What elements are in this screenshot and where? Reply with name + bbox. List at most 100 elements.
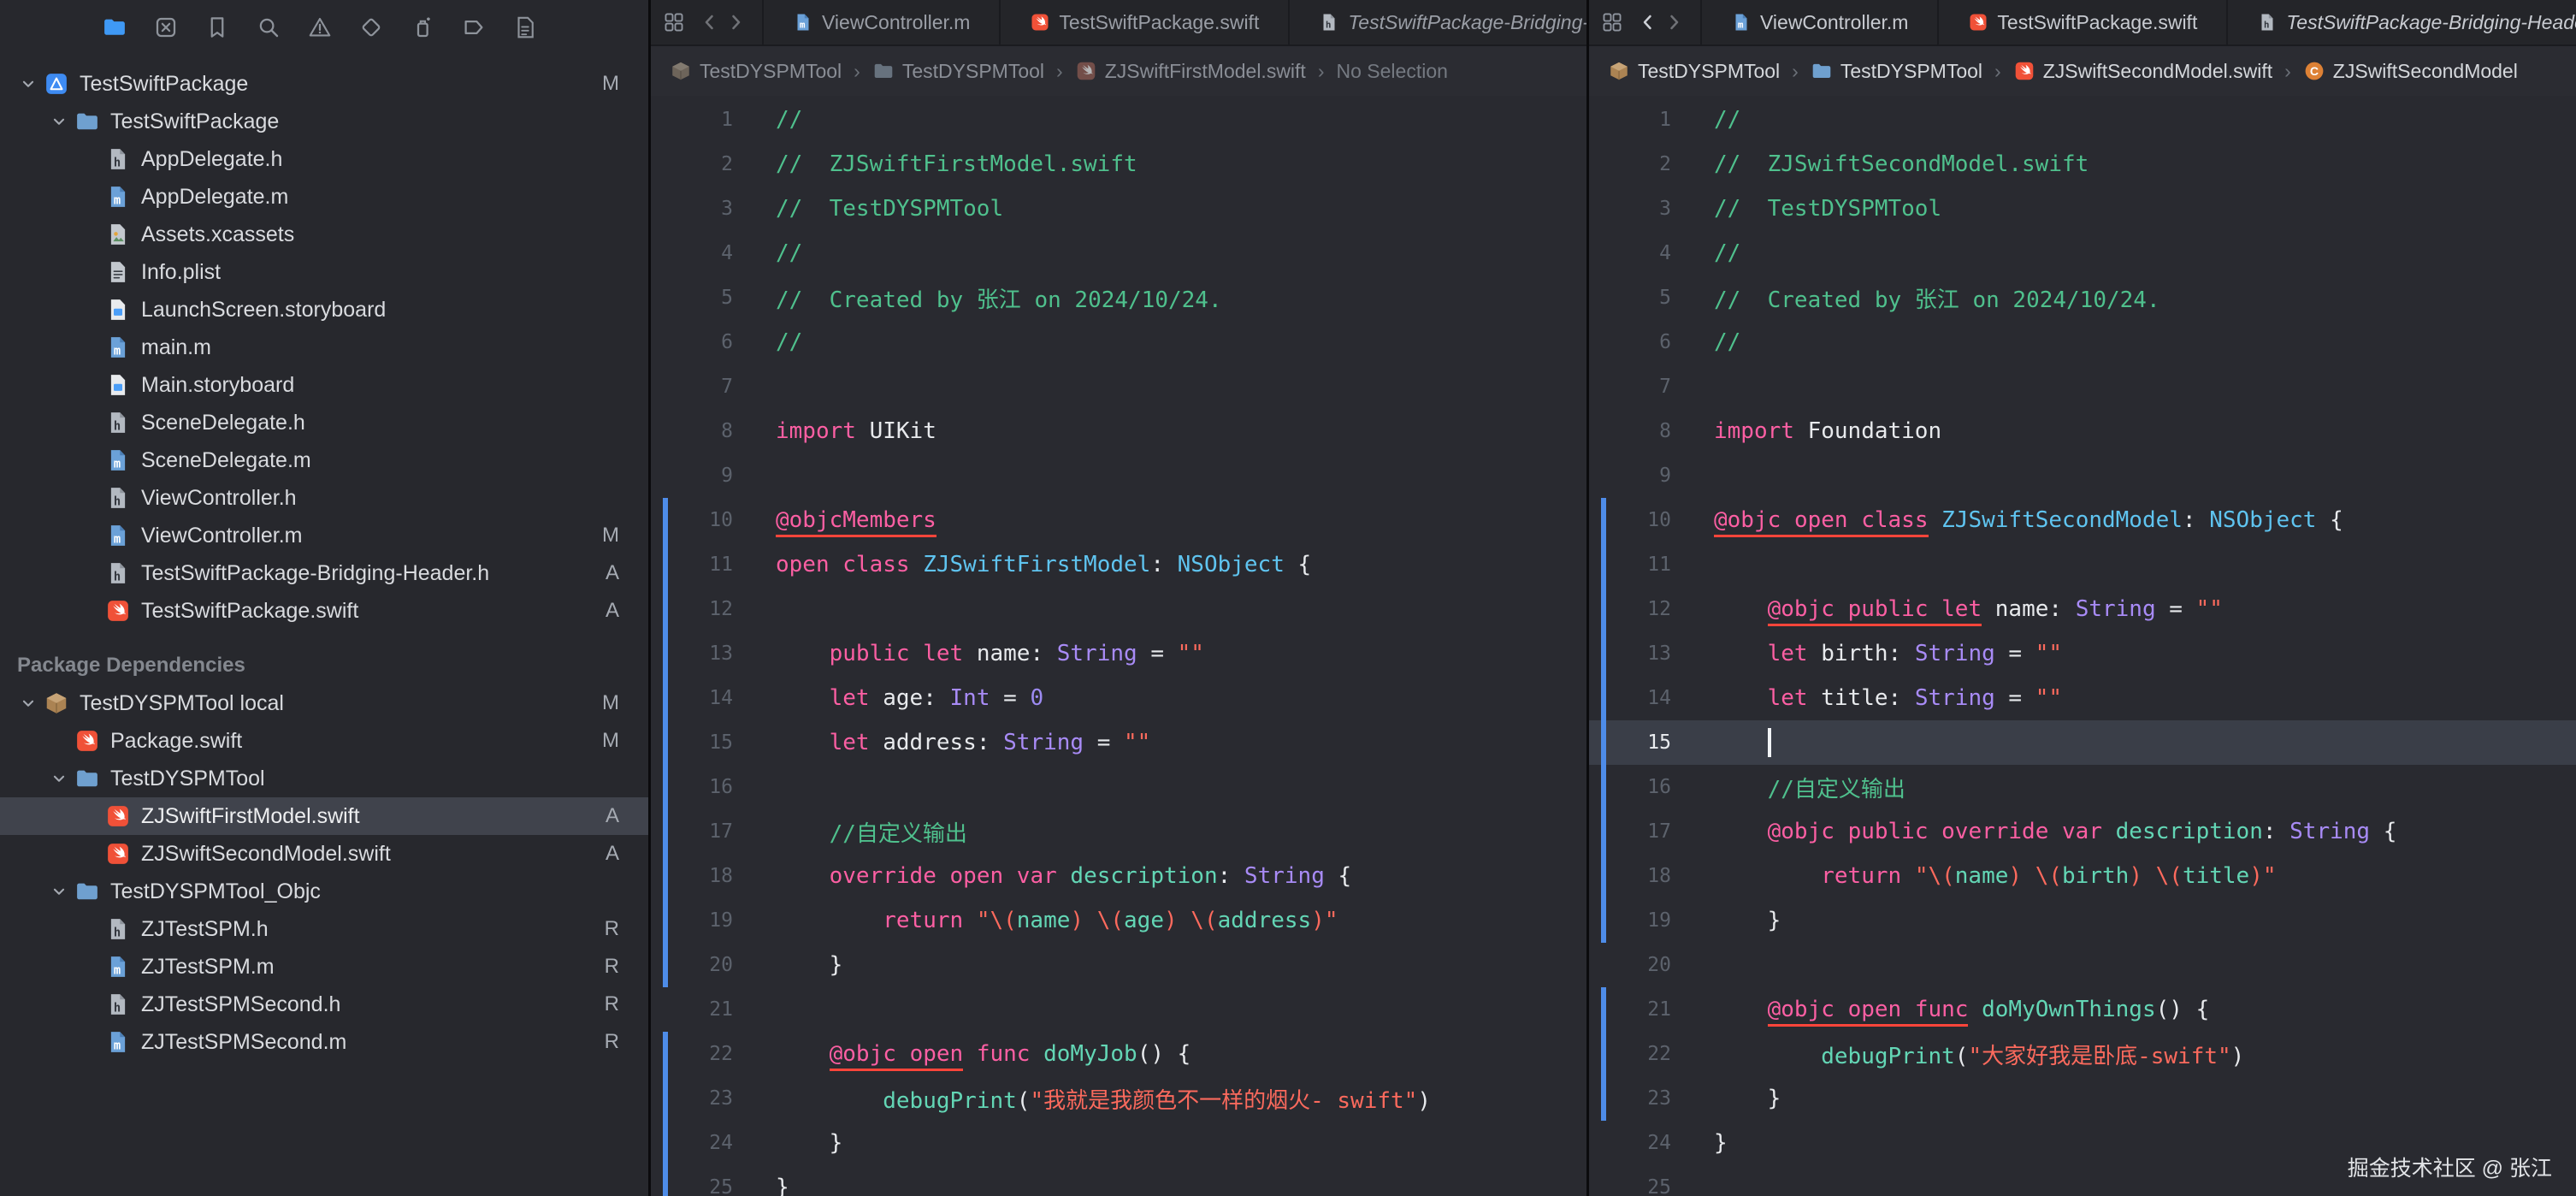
breadcrumb-item[interactable]: TestDYSPMTool [1811, 60, 1982, 83]
code-line: 19 return "\(name) \(age) \(address)" [651, 898, 1586, 943]
tree-item[interactable]: TestSwiftPackage.swiftA [0, 592, 648, 630]
swift-icon [1075, 60, 1097, 82]
code-text: @objc public let name: String = "" [1714, 596, 2223, 622]
editor-tab[interactable]: hTestSwiftPackage-Bridging-Header.h [2228, 0, 2576, 44]
tree-item[interactable]: hAppDelegate.h [0, 140, 648, 178]
tree-item[interactable]: ZJSwiftFirstModel.swiftA [0, 797, 648, 835]
tree-item[interactable]: hViewController.h [0, 479, 648, 517]
tree-item[interactable]: TestDYSPMTool localM [0, 684, 648, 722]
breadcrumb-item[interactable]: No Selection [1337, 60, 1448, 83]
disclosure-chevron-icon[interactable] [44, 769, 74, 788]
disclosure-chevron-icon[interactable] [14, 74, 43, 93]
tab-label: TestSwiftPackage.swift [1059, 11, 1259, 34]
code-editor-right[interactable]: 1//2// ZJSwiftSecondModel.swift3// TestD… [1589, 96, 2576, 1196]
svg-text:m: m [114, 963, 121, 977]
issues-navigator-icon[interactable] [306, 14, 334, 41]
tree-item[interactable]: Package.swiftM [0, 722, 648, 760]
code-line: 13 let birth: String = "" [1589, 631, 2576, 676]
breadcrumb-item[interactable]: TestDYSPMTool [872, 60, 1044, 83]
tree-item[interactable]: hTestSwiftPackage-Bridging-Header.hA [0, 554, 648, 592]
tree-item[interactable]: Info.plist [0, 253, 648, 291]
file-name: ZJTestSPM.m [141, 955, 275, 980]
line-number: 3 [651, 198, 733, 220]
code-line: 24 } [651, 1121, 1586, 1165]
code-text: debugPrint("大家好我是卧底-swift") [1714, 1039, 2244, 1070]
project-navigator-icon[interactable] [101, 14, 128, 41]
tree-item[interactable]: TestDYSPMTool_Objc [0, 873, 648, 910]
code-line: 8import Foundation [1589, 409, 2576, 453]
scm-status-badge: A [606, 599, 619, 623]
code-line: 5// Created by 张江 on 2024/10/24. [1589, 275, 2576, 320]
back-icon[interactable] [700, 12, 720, 33]
file-name: ZJTestSPMSecond.h [141, 992, 340, 1017]
debug-navigator-icon[interactable] [409, 14, 436, 41]
breadcrumb-item[interactable]: TestDYSPMTool [1608, 60, 1780, 83]
project-icon [43, 70, 70, 98]
editor-layout-icon[interactable] [1601, 11, 1623, 33]
change-indicator [1601, 720, 1606, 765]
tree-item[interactable]: TestSwiftPackage [0, 103, 648, 140]
tree-item[interactable]: TestSwiftPackageM [0, 65, 648, 103]
editor-pane-right: mViewController.mTestSwiftPackage.swifth… [1589, 0, 2576, 1196]
folder-icon [74, 108, 101, 135]
tree-item[interactable]: mViewController.mM [0, 517, 648, 554]
code-line: 4// [651, 231, 1586, 275]
code-editor-left[interactable]: 1//2// ZJSwiftFirstModel.swift3// TestDY… [651, 96, 1586, 1196]
disclosure-chevron-icon[interactable] [44, 112, 74, 131]
back-icon[interactable] [1638, 12, 1658, 33]
change-indicator [1601, 631, 1606, 676]
breadcrumb-item[interactable]: TestDYSPMTool [670, 60, 842, 83]
code-line: 11open class ZJSwiftFirstModel: NSObject… [651, 542, 1586, 587]
disclosure-chevron-icon[interactable] [14, 694, 43, 713]
file-h-icon: h [104, 560, 132, 587]
code-text: @objc open func doMyJob() { [776, 1041, 1191, 1067]
editor-tab[interactable]: mViewController.m [764, 0, 1001, 44]
package-icon [1608, 60, 1630, 82]
breakpoints-navigator-icon[interactable] [460, 14, 487, 41]
code-line: 1// [651, 98, 1586, 142]
tests-navigator-icon[interactable] [357, 14, 385, 41]
file-name: ZJTestSPM.h [141, 917, 269, 942]
tree-item[interactable]: mAppDelegate.m [0, 178, 648, 216]
editor-tab[interactable]: mViewController.m [1702, 0, 1939, 44]
source-control-navigator-icon[interactable] [152, 14, 180, 41]
editor-tab[interactable]: TestSwiftPackage.swift [1939, 0, 2228, 44]
disclosure-chevron-icon[interactable] [44, 882, 74, 901]
editor-layout-icon[interactable] [663, 11, 685, 33]
tree-item[interactable]: hZJTestSPM.hR [0, 910, 648, 948]
tree-item[interactable]: mmain.m [0, 329, 648, 366]
tree-item[interactable]: hSceneDelegate.h [0, 404, 648, 441]
code-text: debugPrint("我就是我颜色不一样的烟火- swift") [776, 1083, 1431, 1115]
tree-item[interactable]: mZJTestSPMSecond.mR [0, 1023, 648, 1061]
breadcrumb-item[interactable]: CZJSwiftSecondModel [2303, 60, 2518, 83]
tree-item[interactable]: Main.storyboard [0, 366, 648, 404]
editor-tab[interactable]: TestSwiftPackage.swift [1001, 0, 1290, 44]
forward-icon[interactable] [1663, 12, 1684, 33]
breadcrumb-item[interactable]: ZJSwiftSecondModel.swift [2013, 60, 2272, 83]
svg-text:h: h [114, 570, 121, 583]
swift-icon [1968, 12, 1988, 33]
c-class-icon: C [2303, 60, 2325, 82]
file-m-icon: m [104, 953, 132, 980]
file-name: TestDYSPMTool_Objc [110, 879, 321, 904]
forward-icon[interactable] [725, 12, 746, 33]
tree-item[interactable]: hZJTestSPMSecond.hR [0, 986, 648, 1023]
swift-icon [104, 597, 132, 625]
file-name: ViewController.m [141, 524, 303, 548]
breadcrumb-bar: TestDYSPMTool›TestDYSPMTool›ZJSwiftSecon… [1589, 46, 2576, 96]
svg-text:h: h [114, 494, 121, 508]
tree-item[interactable]: mZJTestSPM.mR [0, 948, 648, 986]
tree-item[interactable]: mSceneDelegate.m [0, 441, 648, 479]
file-h-icon: h [104, 991, 132, 1018]
tree-item[interactable]: Assets.xcassets [0, 216, 648, 253]
tree-item[interactable]: TestDYSPMTool [0, 760, 648, 797]
code-text: return "\(name) \(age) \(address)" [776, 908, 1338, 933]
bookmarks-navigator-icon[interactable] [204, 14, 231, 41]
tree-item[interactable]: ZJSwiftSecondModel.swiftA [0, 835, 648, 873]
tree-item[interactable]: LaunchScreen.storyboard [0, 291, 648, 329]
editor-tab[interactable]: hTestSwiftPackage-Bridging-Header.h [1290, 0, 1586, 44]
reports-navigator-icon[interactable] [511, 14, 539, 41]
find-navigator-icon[interactable] [255, 14, 282, 41]
storyboard-icon [104, 296, 132, 323]
breadcrumb-item[interactable]: ZJSwiftFirstModel.swift [1075, 60, 1306, 83]
